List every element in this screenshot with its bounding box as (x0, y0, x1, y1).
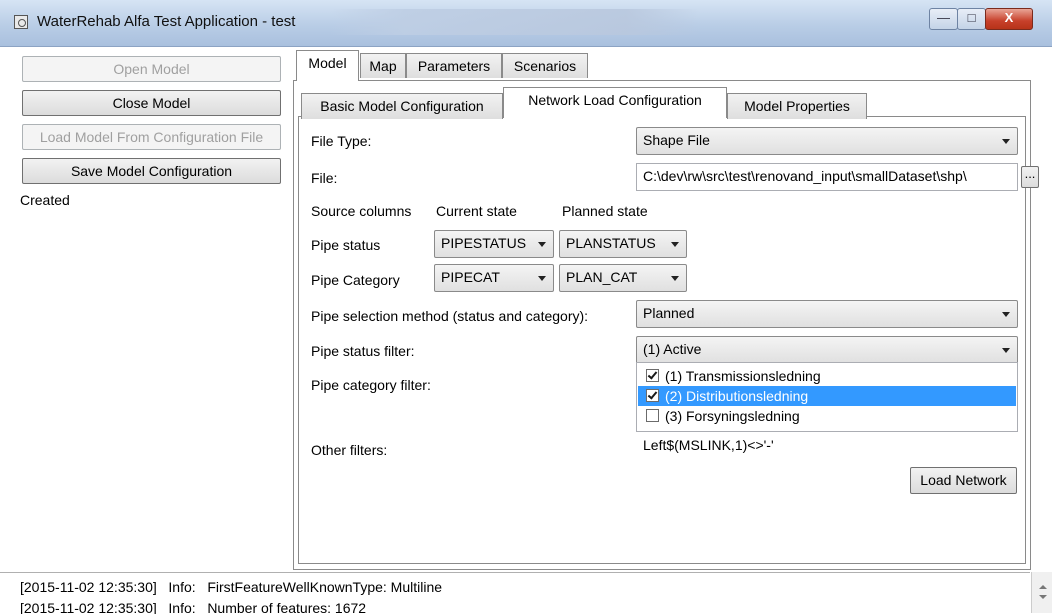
load-network-button[interactable]: Load Network (910, 467, 1017, 494)
pipe-category-planned-value: PLAN_CAT (566, 269, 638, 285)
chevron-down-icon (1002, 348, 1010, 353)
model-status-text: Created (20, 192, 70, 208)
close-window-button[interactable]: X (985, 8, 1033, 30)
minimize-button[interactable]: — (929, 8, 958, 30)
pipe-status-current-select[interactable]: PIPESTATUS (434, 230, 554, 258)
left-panel: Open Model Close Model Load Model From C… (0, 52, 287, 572)
status-filter-label: Pipe status filter: (311, 343, 415, 359)
list-item[interactable]: (3) Forsyningsledning (638, 406, 1016, 426)
selection-method-value: Planned (643, 305, 695, 321)
window-title: WaterRehab Alfa Test Application - test (37, 13, 296, 30)
load-model-from-config-button[interactable]: Load Model From Configuration File (22, 124, 281, 150)
file-label: File: (311, 170, 338, 186)
file-type-value: Shape File (643, 132, 710, 148)
pipe-category-label: Pipe Category (311, 272, 400, 288)
log-line: [2015-11-02 12:35:30] Info: FirstFeature… (20, 579, 443, 595)
chevron-down-icon (1002, 139, 1010, 144)
category-filter-label: Pipe category filter: (311, 377, 431, 393)
pipe-status-planned-select[interactable]: PLANSTATUS (559, 230, 687, 258)
tab-model[interactable]: Model (296, 50, 359, 81)
file-path-input[interactable]: C:\dev\rw\src\test\renovand_input\smallD… (636, 163, 1018, 191)
tab-map[interactable]: Map (360, 53, 406, 78)
other-filters-input[interactable]: Left$(MSLINK,1)<>'-' (636, 432, 1018, 460)
open-model-button[interactable]: Open Model (22, 56, 281, 82)
checkbox-unchecked-icon[interactable] (646, 409, 659, 422)
other-filters-label: Other filters: (311, 442, 388, 458)
tab-basic-model-configuration[interactable]: Basic Model Configuration (301, 93, 503, 119)
selection-method-select[interactable]: Planned (636, 300, 1018, 328)
browse-file-button[interactable]: ... (1021, 166, 1039, 188)
checkbox-checked-icon[interactable] (646, 369, 659, 382)
status-filter-value: (1) Active (643, 341, 702, 357)
pipe-status-planned-value: PLANSTATUS (566, 235, 656, 251)
chevron-down-icon (538, 276, 546, 281)
tab-parameters[interactable]: Parameters (406, 53, 502, 78)
pipe-status-current-value: PIPESTATUS (441, 235, 527, 251)
scroll-up-icon[interactable] (1039, 585, 1047, 589)
chevron-down-icon (671, 276, 679, 281)
pipe-category-current-select[interactable]: PIPECAT (434, 264, 554, 292)
source-columns-label: Source columns (311, 203, 412, 219)
close-model-button[interactable]: Close Model (22, 90, 281, 116)
planned-state-header: Planned state (562, 203, 648, 219)
title-bar-background-blur (330, 9, 700, 35)
maximize-button[interactable]: □ (957, 8, 986, 30)
category-filter-list[interactable]: (1) Transmissionsledning (2) Distributio… (636, 362, 1018, 432)
list-item[interactable]: (2) Distributionsledning (638, 386, 1016, 406)
log-line: [2015-11-02 12:35:30] Info: Number of fe… (20, 600, 367, 614)
current-state-header: Current state (436, 203, 517, 219)
file-type-select[interactable]: Shape File (636, 127, 1018, 155)
save-model-configuration-button[interactable]: Save Model Configuration (22, 158, 281, 184)
list-item[interactable]: (1) Transmissionsledning (638, 366, 1016, 386)
chevron-down-icon (671, 242, 679, 247)
log-output: [2015-11-02 12:35:30] Info: FirstFeature… (0, 572, 1030, 614)
file-type-label: File Type: (311, 133, 372, 149)
log-scrollbar[interactable] (1031, 572, 1052, 613)
pipe-category-planned-select[interactable]: PLAN_CAT (559, 264, 687, 292)
title-bar: WaterRehab Alfa Test Application - test … (0, 0, 1052, 47)
checkbox-checked-icon[interactable] (646, 389, 659, 402)
pipe-status-label: Pipe status (311, 237, 381, 253)
selection-method-label: Pipe selection method (status and catego… (311, 308, 589, 324)
tab-network-load-configuration[interactable]: Network Load Configuration (503, 87, 727, 118)
tab-model-properties[interactable]: Model Properties (727, 93, 867, 119)
pipe-category-current-value: PIPECAT (441, 269, 500, 285)
tab-scenarios[interactable]: Scenarios (502, 53, 588, 78)
app-icon (14, 15, 28, 29)
status-filter-select[interactable]: (1) Active (636, 336, 1018, 364)
chevron-down-icon (1002, 312, 1010, 317)
scroll-down-icon[interactable] (1039, 595, 1047, 599)
chevron-down-icon (538, 242, 546, 247)
